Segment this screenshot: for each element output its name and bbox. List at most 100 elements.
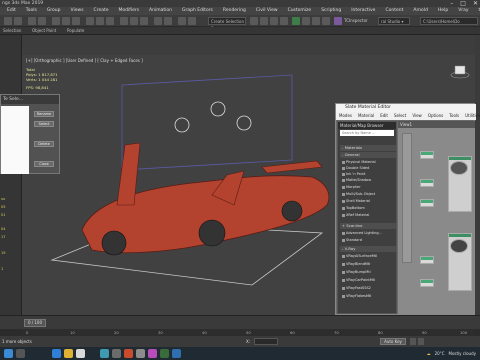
map-node[interactable] <box>420 199 434 207</box>
group-general[interactable]: - General <box>340 152 396 158</box>
rotate-icon[interactable] <box>96 17 104 25</box>
map-node[interactable] <box>420 151 434 159</box>
project-path-field[interactable]: C:\Users\Home\Do <box>420 17 478 25</box>
sme-menu-modes[interactable]: Modes <box>336 112 355 120</box>
sme-menu-view[interactable]: View <box>409 112 425 120</box>
node-column[interactable] <box>402 133 412 263</box>
menu-civil-view[interactable]: Civil View <box>251 7 283 15</box>
menu-scripting[interactable]: Scripting <box>316 7 346 15</box>
mirror-icon[interactable] <box>154 17 162 25</box>
delete-button[interactable]: Delete <box>34 141 54 147</box>
link-icon[interactable] <box>28 17 36 25</box>
auto-key-button[interactable]: Auto Key <box>380 338 406 345</box>
tool-icon-3[interactable] <box>322 17 330 25</box>
align-icon[interactable] <box>164 17 172 25</box>
percent-snap-icon[interactable] <box>140 17 148 25</box>
list-item[interactable]: 17 <box>1 235 5 239</box>
sme-menu-material[interactable]: Material <box>355 112 377 120</box>
sme-menu-edit[interactable]: Edit <box>377 112 391 120</box>
app-icon-4[interactable] <box>148 349 157 358</box>
material-editor-icon[interactable] <box>250 17 258 25</box>
rect-select-icon[interactable] <box>72 17 80 25</box>
tcinspector-icon[interactable] <box>334 17 342 25</box>
material-item[interactable]: VRayFastSSS2 <box>346 286 371 290</box>
list-item[interactable]: xu <box>1 197 5 201</box>
menu-graph-editors[interactable]: Graph Editors <box>177 7 218 15</box>
start-icon[interactable] <box>4 349 13 358</box>
selection-set-dropdown[interactable]: Create Selection Se <box>208 17 246 31</box>
menu-edit[interactable]: Edit <box>2 7 21 15</box>
material-item[interactable]: TopBottom <box>346 206 365 210</box>
curve-editor-icon[interactable] <box>188 17 196 25</box>
timeline-ruler[interactable]: 0 10 20 30 40 50 60 70 80 90 100 <box>22 329 475 336</box>
close-dialog-button[interactable]: Close <box>34 161 54 167</box>
group-materials[interactable]: - Materials <box>340 145 396 151</box>
vray-icon[interactable] <box>292 17 300 25</box>
tab-object-paint[interactable]: Object Paint <box>32 27 56 35</box>
material-item[interactable]: Physical Material <box>346 160 376 164</box>
material-item[interactable]: VRayFlakesMtl <box>346 294 371 298</box>
workspace-dropdown[interactable]: ral Studio ▾ <box>378 17 410 25</box>
menu-arnold[interactable]: Arnold <box>408 7 433 15</box>
viewcube-icon[interactable] <box>454 65 466 75</box>
tab-populate[interactable]: Populate <box>67 27 84 35</box>
node-view-tab[interactable]: View1 <box>398 121 475 128</box>
material-item[interactable]: VRayCarPaintMtl <box>346 278 375 282</box>
menu-tapetools[interactable]: tapeTools <box>474 7 480 15</box>
material-item[interactable]: Shell Material <box>346 199 370 203</box>
next-frame-icon[interactable] <box>418 338 424 345</box>
menu-views[interactable]: Views <box>66 7 89 15</box>
undo-icon[interactable] <box>4 17 12 25</box>
render-frame-icon[interactable] <box>270 17 278 25</box>
menu-customize[interactable]: Customize <box>283 7 317 15</box>
render-setup-icon[interactable] <box>260 17 268 25</box>
list-item[interactable]: 05 <box>1 205 5 209</box>
redo-icon[interactable] <box>14 17 22 25</box>
scale-icon[interactable] <box>106 17 114 25</box>
menu-group[interactable]: Group <box>42 7 66 15</box>
map-node[interactable] <box>420 179 434 187</box>
sme-menu-select[interactable]: Select <box>391 112 409 120</box>
search-icon[interactable] <box>16 349 25 358</box>
weather-description[interactable]: Mostly cloudy <box>449 348 477 359</box>
list-item[interactable]: 1 <box>1 267 3 271</box>
time-slider[interactable]: 0 / 100 <box>0 315 480 329</box>
layer-icon[interactable] <box>178 17 186 25</box>
sme-menu-tools[interactable]: Tools <box>446 112 462 120</box>
tool-icon[interactable] <box>302 17 310 25</box>
material-item[interactable]: Multi/Sub-Object <box>346 192 375 196</box>
node-view[interactable]: View1 <box>398 121 475 314</box>
material-item[interactable]: XRef Material <box>346 213 369 217</box>
file-explorer-icon[interactable] <box>64 349 73 358</box>
x-coordinate-field[interactable] <box>254 338 278 345</box>
material-item[interactable]: Morpher <box>346 185 361 189</box>
menu-interactive[interactable]: Interactive <box>346 7 380 15</box>
map-node[interactable] <box>420 279 434 287</box>
material-item[interactable]: Double Sided <box>346 166 369 170</box>
maximize-button[interactable]: □ <box>460 0 466 7</box>
list-item[interactable]: 01 <box>1 213 5 217</box>
sme-menu-options[interactable]: Options <box>425 112 446 120</box>
tcinspector-label[interactable]: TCInspector <box>344 18 368 23</box>
tool-icon-2[interactable] <box>312 17 320 25</box>
menu-vray[interactable]: Vray <box>453 7 473 15</box>
sme-menu-utilities[interactable]: Utilities <box>462 112 480 120</box>
angle-snap-icon[interactable] <box>130 17 138 25</box>
app-icon[interactable] <box>112 349 121 358</box>
menu-rendering[interactable]: Rendering <box>218 7 251 15</box>
material-item[interactable]: VRayAlSurfaceMtl <box>346 254 377 258</box>
menu-modifiers[interactable]: Modifiers <box>114 7 145 15</box>
menu-content[interactable]: Content <box>380 7 408 15</box>
material-item[interactable]: VRayBlendMtl <box>346 262 370 266</box>
move-icon[interactable] <box>86 17 94 25</box>
browser-search-input[interactable]: Search by Name ... <box>340 130 394 136</box>
app-icon-6[interactable] <box>172 349 181 358</box>
unlink-icon[interactable] <box>38 17 46 25</box>
close-button[interactable]: ✕ <box>473 0 478 7</box>
app-icon-3[interactable] <box>136 349 145 358</box>
selection-list[interactable] <box>1 106 29 174</box>
menu-tools[interactable]: Tools <box>21 7 42 15</box>
3ds-max-icon[interactable] <box>100 349 109 358</box>
minimize-button[interactable]: – <box>450 0 453 7</box>
list-item[interactable]: 04 <box>1 227 5 231</box>
